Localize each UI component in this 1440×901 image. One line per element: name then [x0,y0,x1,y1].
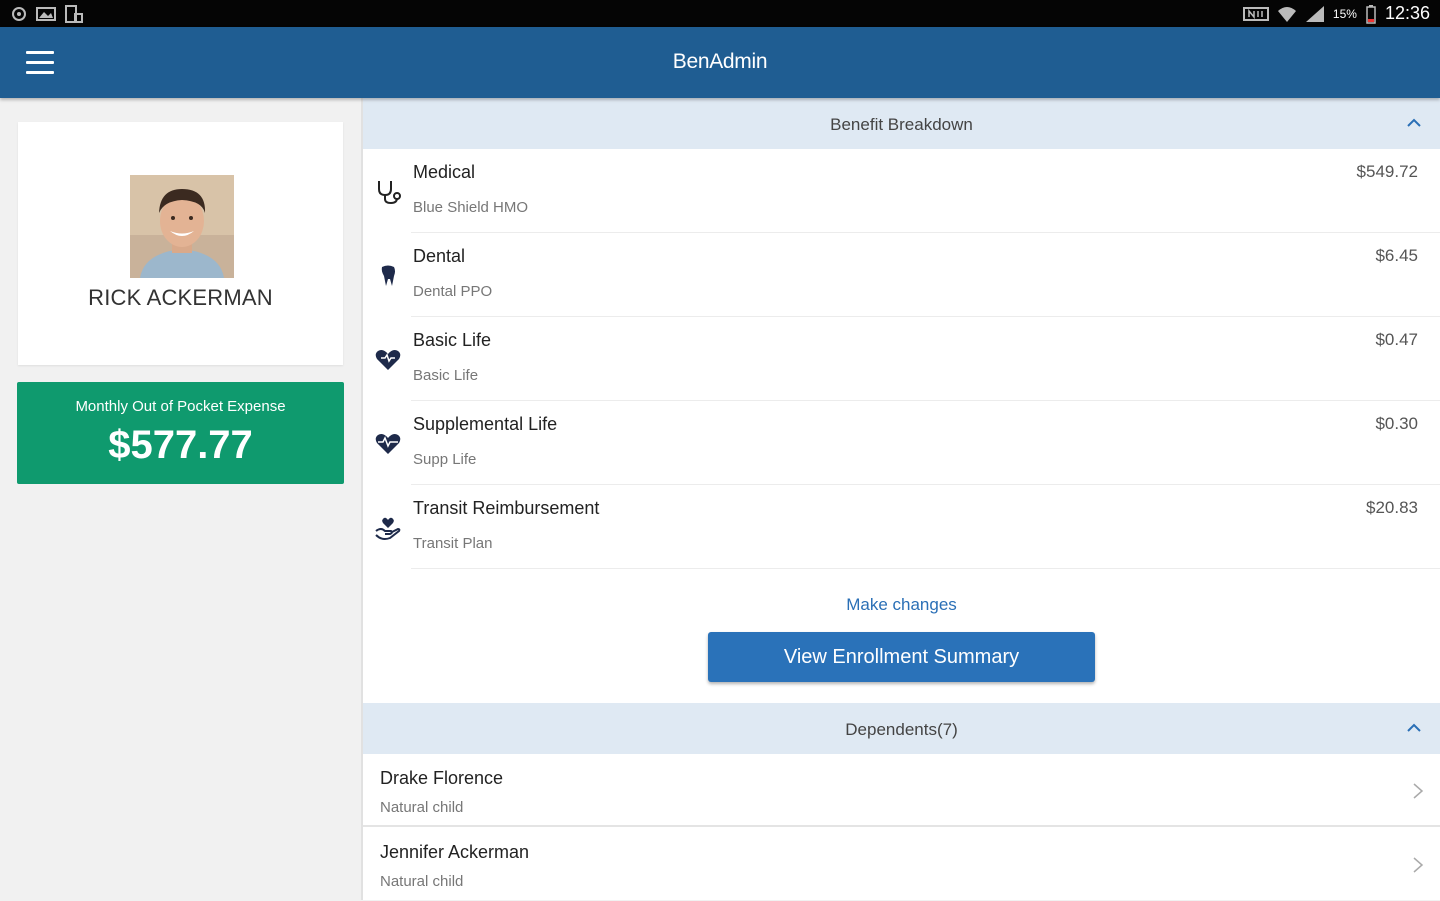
phone-storage-icon [65,5,83,23]
benefit-name: Medical [413,162,476,182]
benefit-name: Dental [413,246,466,266]
benefit-plan: Dental PPO [413,283,493,300]
main-panel: Benefit Breakdown Medical Blue Shield HM… [363,98,1440,900]
heartbeat-icon [375,434,401,454]
signal-icon [1305,5,1324,22]
status-left-icons [10,5,84,23]
benefit-breakdown-header[interactable]: Benefit Breakdown [363,98,1440,149]
benefit-amount: $0.47 [1375,330,1418,349]
benefit-plan: Transit Plan [413,535,493,552]
stethoscope-icon [378,181,401,205]
benefit-plan: Supp Life [413,451,477,468]
user-name: RICK ACKERMAN [88,285,273,310]
chevron-up-icon[interactable] [1406,720,1422,736]
avatar-photo [130,175,234,278]
chevron-up-icon[interactable] [1406,115,1422,131]
hand-heart-icon [375,517,401,540]
benefit-name: Supplemental Life [413,414,558,434]
benefit-row[interactable]: Basic Life Basic Life $0.47 [363,317,1440,401]
chevron-right-icon [1413,857,1424,873]
sync-icon [12,7,26,21]
dependents-header[interactable]: Dependents(7) [363,703,1440,754]
expense-amount: $577.77 [108,423,253,467]
benefit-row[interactable]: Dental Dental PPO $6.45 [363,233,1440,317]
gallery-icon [36,7,56,21]
section-title: Benefit Breakdown [830,115,973,134]
divider [411,568,1440,569]
nfc-icon [1242,6,1269,21]
status-right-icons: 15% 12:36 [1242,3,1430,24]
profile-card: RICK ACKERMAN [18,122,343,365]
section-title: Dependents(7) [845,720,958,739]
dependent-row[interactable]: Jennifer Ackerman Natural child [363,828,1440,901]
app-bar: BenAdmin [0,27,1440,98]
benefit-name: Basic Life [413,330,492,350]
app-title: BenAdmin [672,50,768,73]
divider [363,825,1440,827]
benefit-row[interactable]: Medical Blue Shield HMO $549.72 [363,149,1440,233]
benefit-amount: $0.30 [1375,414,1418,433]
benefit-plan: Basic Life [413,367,479,384]
benefit-amount: $20.83 [1366,498,1418,517]
heart-icon [375,350,401,370]
status-bar: 15% 12:36 [0,0,1440,27]
dependent-name: Jennifer Ackerman [380,842,530,862]
tooth-icon [381,265,395,286]
dependent-relation: Natural child [380,799,464,816]
dependent-relation: Natural child [380,873,464,890]
benefit-row[interactable]: Supplemental Life Supp Life $0.30 [363,401,1440,485]
dependent-name: Drake Florence [380,768,504,788]
expense-label: Monthly Out of Pocket Expense [75,398,286,415]
battery-icon [1366,4,1376,24]
make-changes-link[interactable]: Make changes [363,595,1440,615]
benefit-amount: $549.72 [1356,162,1418,181]
benefit-row[interactable]: Transit Reimbursement Transit Plan $20.8… [363,485,1440,569]
left-panel: RICK ACKERMAN Monthly Out of Pocket Expe… [0,98,363,900]
benefit-name: Transit Reimbursement [413,498,600,518]
status-time: 12:36 [1384,3,1430,23]
avatar[interactable] [130,175,234,278]
benefit-plan: Blue Shield HMO [413,199,529,216]
view-enrollment-summary-button[interactable]: View Enrollment Summary [708,632,1095,682]
battery-percent: 15% [1332,6,1357,21]
wifi-icon [1277,6,1296,22]
benefit-amount: $6.45 [1375,246,1418,265]
chevron-right-icon [1413,783,1424,799]
expense-card: Monthly Out of Pocket Expense $577.77 [17,382,344,484]
dependent-row[interactable]: Drake Florence Natural child [363,754,1440,827]
